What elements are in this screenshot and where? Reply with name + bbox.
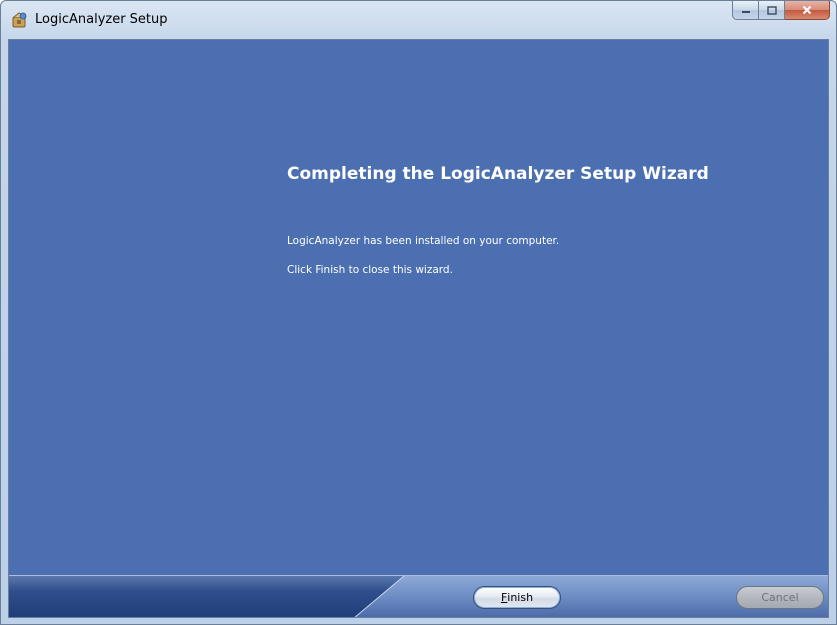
- finish-button[interactable]: Finish: [473, 586, 561, 609]
- caption-buttons: [732, 1, 830, 21]
- finish-label: inish: [507, 591, 534, 604]
- bar-decoration: [354, 576, 828, 617]
- install-complete-text: LogicAnalyzer has been installed on your…: [287, 235, 560, 247]
- maximize-button[interactable]: [759, 1, 785, 20]
- button-bar: Finish Cancel: [9, 575, 828, 617]
- wizard-heading: Completing the LogicAnalyzer Setup Wizar…: [287, 164, 709, 184]
- maximize-icon: [766, 5, 777, 15]
- finish-instruction-text: Click Finish to close this wizard.: [287, 264, 453, 276]
- window-title: LogicAnalyzer Setup: [35, 12, 168, 27]
- setup-window: LogicAnalyzer Setup Completing the Logic…: [0, 0, 837, 625]
- cancel-button[interactable]: Cancel: [736, 586, 824, 609]
- minimize-icon: [741, 11, 750, 13]
- title-bar[interactable]: LogicAnalyzer Setup: [1, 1, 836, 39]
- minimize-button[interactable]: [732, 1, 759, 20]
- close-icon: [802, 5, 812, 15]
- wizard-panel: Completing the LogicAnalyzer Setup Wizar…: [8, 39, 829, 618]
- installer-icon: [12, 12, 27, 28]
- close-button[interactable]: [785, 1, 830, 20]
